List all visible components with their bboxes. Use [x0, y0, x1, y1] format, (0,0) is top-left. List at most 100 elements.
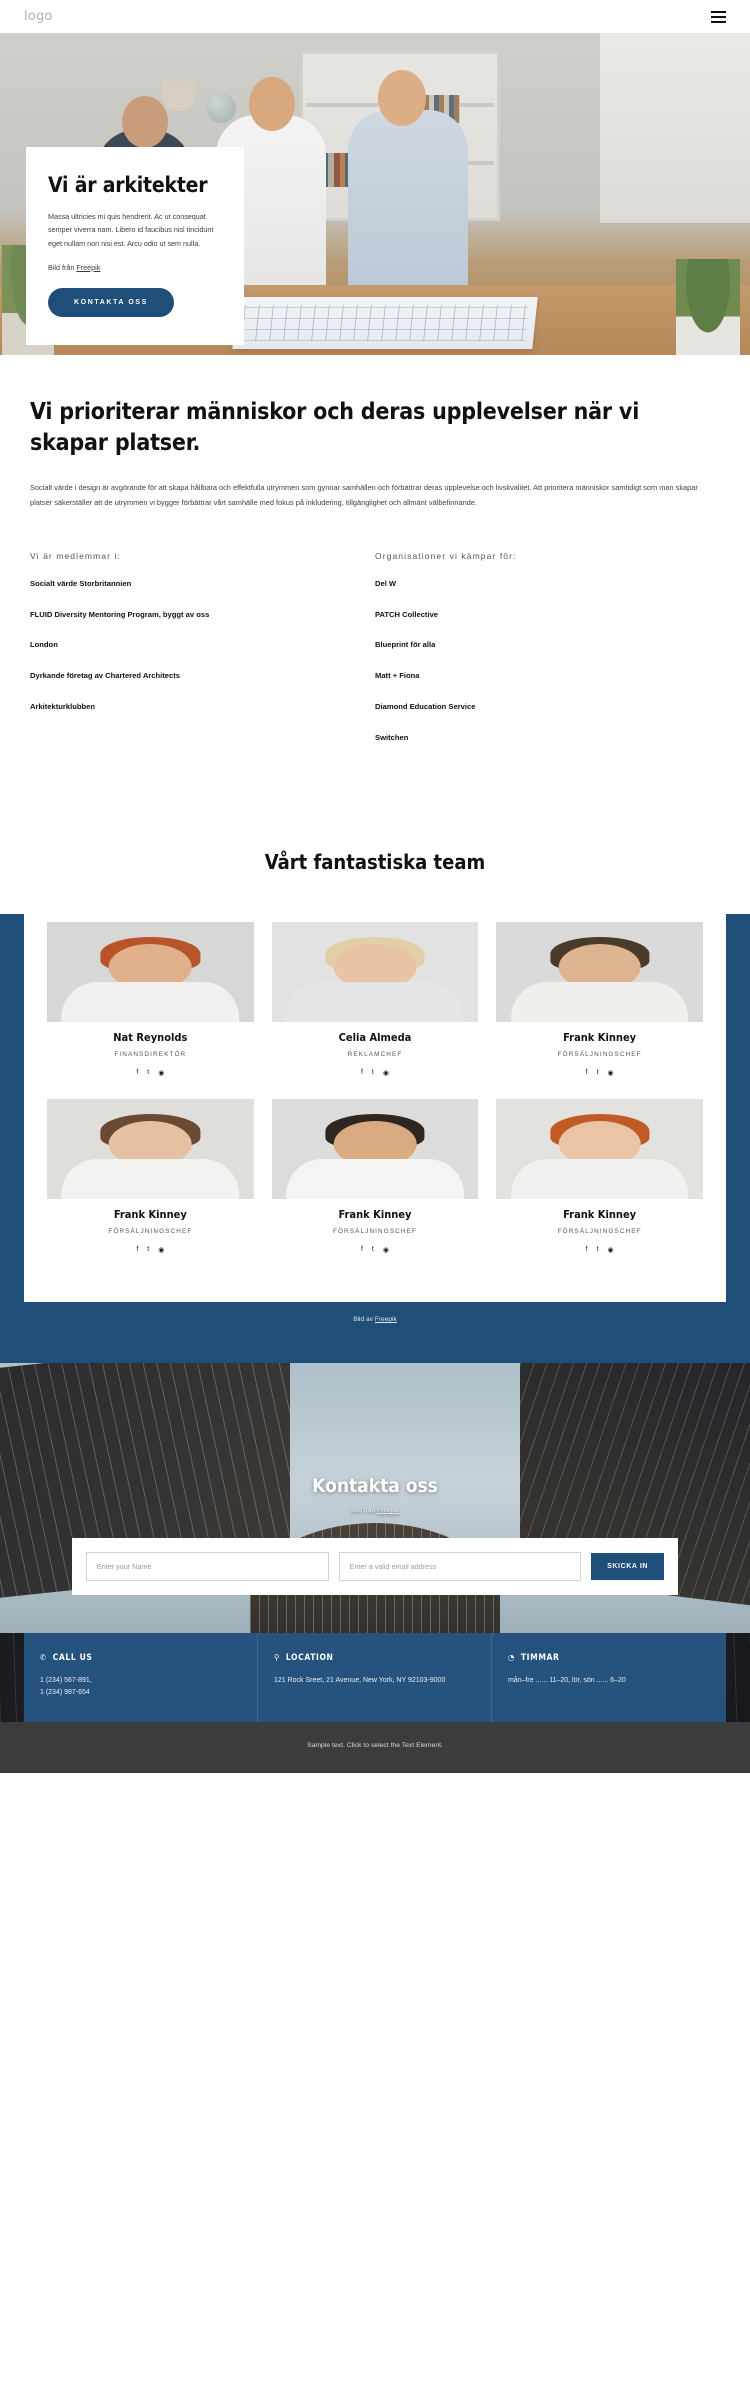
info-cell-title: TIMMAR — [520, 1652, 560, 1663]
team-member-role: FÖRSÄLJNINGSCHEF — [557, 1050, 642, 1058]
instagram-icon[interactable]: ◉ — [608, 1246, 614, 1254]
team-title: Vårt fantastiska team — [264, 849, 486, 874]
phone-icon: ✆ — [40, 1652, 47, 1662]
twitter-icon[interactable]: t — [147, 1246, 149, 1254]
submit-button[interactable]: SKICKA IN — [591, 1552, 665, 1580]
team-member-role: FÖRSÄLJNINGSCHEF — [108, 1227, 193, 1235]
social-links: f t ◉ — [47, 1246, 254, 1254]
team-member-photo — [496, 921, 703, 1022]
twitter-icon[interactable]: t — [372, 1069, 374, 1077]
team-section: Vårt fantastiska team Nat Reynolds FINANS… — [0, 824, 750, 1363]
email-input[interactable] — [338, 1551, 582, 1581]
team-member-card: Celia Almeda REKLAMCHEF f t ◉ — [263, 921, 488, 1099]
clock-icon: ◔ — [507, 1652, 515, 1662]
team-member-name: Frank Kinney — [113, 1207, 187, 1221]
contact-credit-prefix: Bild från — [350, 1506, 378, 1514]
instagram-icon[interactable]: ◉ — [158, 1069, 164, 1077]
hero-card: Vi är arkitekter Massa ultricies mi quis… — [26, 147, 244, 345]
team-member-card: Frank Kinney FÖRSÄLJNINGSCHEF f t ◉ — [38, 1098, 263, 1276]
team-member-name: Frank Kinney — [563, 1207, 637, 1221]
list-item: Blueprint för alla — [375, 640, 436, 650]
list-item: Arkitekturklubben — [30, 702, 95, 712]
footer-text[interactable]: Sample text. Click to select the Text El… — [0, 1742, 750, 1749]
name-input[interactable] — [86, 1551, 329, 1581]
priority-paragraph: Socialt värde i design är avgörande för … — [30, 483, 698, 507]
info-bar: ✆ CALL US 1 (234) 567-891, 1 (234) 987-654… — [24, 1632, 726, 1723]
logo[interactable]: logo — [24, 9, 53, 24]
list-item: Del W — [375, 578, 397, 588]
members-column-heading: Vi är medlemmar i: — [30, 550, 121, 561]
social-links: f t ◉ — [272, 1069, 479, 1077]
social-links: f t ◉ — [496, 1069, 703, 1077]
info-bar-section: ✆ CALL US 1 (234) 567-891, 1 (234) 987-654… — [0, 1632, 750, 1723]
team-credit-link[interactable]: Freepik — [375, 1316, 397, 1323]
site-header: logo — [0, 0, 750, 33]
social-links: f t ◉ — [47, 1069, 254, 1077]
info-cell: ◔ TIMMAR mån–fre ...... 11–20, lör, sön ..… — [491, 1632, 726, 1723]
instagram-icon[interactable]: ◉ — [383, 1246, 389, 1254]
membership-columns: Vi är medlemmar i: Socialt värde Storbri… — [30, 551, 720, 764]
list-item: London — [30, 640, 58, 650]
hero-section: Vi är arkitekter Massa ultricies mi quis… — [0, 33, 750, 355]
priority-section: Vi prioriterar människor och deras upple… — [0, 355, 750, 824]
team-member-photo — [47, 1098, 254, 1199]
list-item: Dyrkande företag av Chartered Architects — [30, 671, 180, 681]
info-cell-body: 121 Rock Sreet, 21 Avenue, New York, NY … — [273, 1676, 446, 1684]
facebook-icon[interactable]: f — [136, 1246, 138, 1254]
team-member-name: Nat Reynolds — [113, 1030, 188, 1044]
facebook-icon[interactable]: f — [361, 1246, 363, 1254]
team-member-photo — [271, 1098, 479, 1199]
info-cell-heading: ✆ CALL US — [40, 1653, 241, 1663]
burger-line — [711, 20, 726, 23]
team-member-role: FÖRSÄLJNINGSCHEF — [332, 1227, 417, 1235]
info-cell-title: LOCATION — [285, 1652, 334, 1663]
facebook-icon[interactable]: f — [586, 1069, 588, 1077]
organisations-column: Organisationer vi kämpar för: Del W PATC… — [375, 551, 720, 764]
hero-credit-link[interactable]: Freepik — [76, 263, 100, 272]
list-item: Matt + Fiona — [375, 671, 420, 681]
site-footer: Sample text. Click to select the Text El… — [0, 1722, 750, 1774]
hamburger-menu-icon[interactable] — [711, 10, 726, 23]
members-list: Socialt värde Storbritannien FLUID Diver… — [30, 579, 355, 712]
contact-section: Kontakta oss Bild från Freepik SKICKA IN — [0, 1362, 750, 1633]
contact-credit-link[interactable]: Freepik — [377, 1507, 399, 1514]
hero-credit-prefix: Bild från — [48, 262, 77, 272]
team-member-card: Nat Reynolds FINANSDIREKTÖR f t ◉ — [38, 921, 263, 1099]
info-cell: ✆ CALL US 1 (234) 567-891, 1 (234) 987-654 — [24, 1632, 258, 1723]
contact-image-credit: Bild från Freepik — [0, 1497, 750, 1514]
facebook-icon[interactable]: f — [361, 1069, 363, 1077]
team-member-role: FINANSDIREKTÖR — [114, 1050, 187, 1058]
facebook-icon[interactable]: f — [136, 1069, 138, 1077]
team-member-card: Frank Kinney FÖRSÄLJNINGSCHEF f t ◉ — [263, 1098, 488, 1276]
team-credit-prefix: Bild av — [353, 1315, 375, 1323]
list-item: Diamond Education Service — [375, 702, 476, 712]
twitter-icon[interactable]: t — [597, 1246, 599, 1254]
list-item: FLUID Diversity Mentoring Program, byggt… — [30, 609, 210, 619]
team-image-credit: Bild av Freepik — [0, 1302, 750, 1323]
team-member-name: Celia Almeda — [338, 1030, 412, 1044]
instagram-icon[interactable]: ◉ — [608, 1069, 614, 1077]
team-member-card: Frank Kinney FÖRSÄLJNINGSCHEF f t ◉ — [487, 1098, 712, 1276]
team-member-name: Frank Kinney — [338, 1207, 412, 1221]
priority-heading: Vi prioriterar människor och deras upple… — [30, 399, 640, 457]
twitter-icon[interactable]: t — [372, 1246, 374, 1254]
team-member-photo — [496, 1098, 703, 1199]
burger-line — [711, 15, 726, 18]
twitter-icon[interactable]: t — [597, 1069, 599, 1077]
contact-us-button[interactable]: KONTAKTA OSS — [48, 287, 174, 317]
instagram-icon[interactable]: ◉ — [383, 1069, 389, 1077]
team-member-role: FÖRSÄLJNINGSCHEF — [557, 1227, 642, 1235]
organisations-column-heading: Organisationer vi kämpar för: — [375, 550, 517, 561]
info-cell: ⚲ LOCATION 121 Rock Sreet, 21 Avenue, New … — [257, 1632, 492, 1723]
team-member-photo — [271, 921, 479, 1022]
list-item: Switchen — [375, 733, 409, 743]
social-links: f t ◉ — [272, 1246, 479, 1254]
team-member-card: Frank Kinney FÖRSÄLJNINGSCHEF f t ◉ — [487, 921, 712, 1099]
twitter-icon[interactable]: t — [147, 1069, 149, 1077]
facebook-icon[interactable]: f — [586, 1246, 588, 1254]
members-column: Vi är medlemmar i: Socialt värde Storbri… — [30, 551, 375, 764]
social-links: f t ◉ — [496, 1246, 703, 1254]
location-pin-icon: ⚲ — [273, 1652, 280, 1662]
instagram-icon[interactable]: ◉ — [158, 1246, 164, 1254]
info-cell-heading: ◔ TIMMAR — [508, 1653, 710, 1663]
